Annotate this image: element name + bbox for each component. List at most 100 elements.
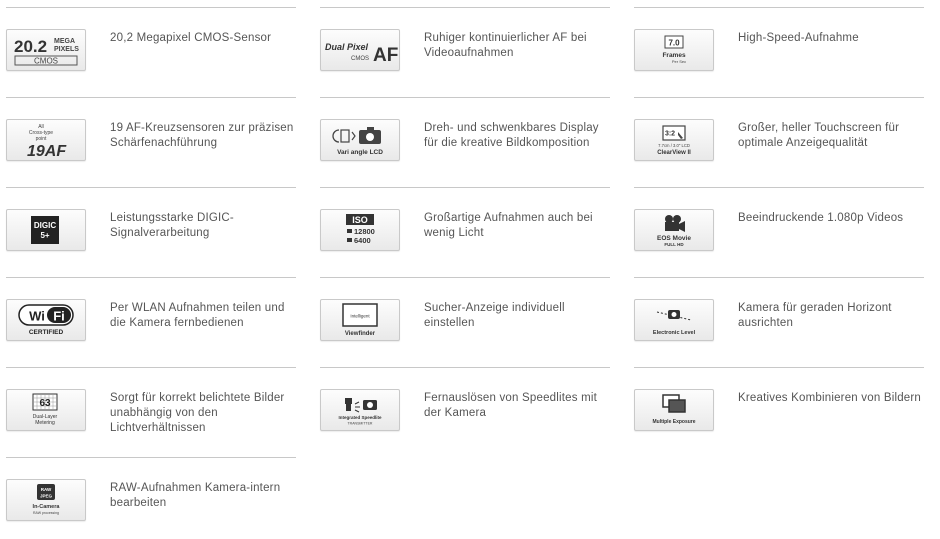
- multiple-exposure-icon: Multiple Exposure: [634, 389, 714, 431]
- icon-label: 20.2: [14, 37, 47, 56]
- feature-caption: Kreatives Kombinieren von Bildern: [738, 392, 922, 404]
- icon-label: EOS Movie: [657, 235, 691, 242]
- icon-label: ClearView II: [657, 150, 691, 156]
- feature-caption: 19 AF-Kreuzsensoren zur präzisen Schärfe…: [110, 122, 294, 149]
- divider: [320, 277, 610, 278]
- divider: [634, 367, 924, 368]
- digic-processor-icon: DIGIC 5+: [6, 209, 86, 251]
- icon-label: TRANSMITTER: [348, 422, 373, 426]
- iso-range-icon: ISO 12800 6400: [320, 209, 400, 251]
- icon-label: 6400: [354, 236, 371, 245]
- feature-item: ISO 12800 6400 Großartige Aufnahmen auch…: [320, 187, 610, 269]
- icon-label: RAW: [41, 487, 52, 492]
- in-camera-raw-icon: RAW JPEG In-Camera RAW processing: [6, 479, 86, 521]
- icon-label: 7.7cm / 3.0" LCD: [658, 143, 690, 148]
- icon-label: Fi: [53, 309, 65, 324]
- icon-label: 19AF: [27, 143, 67, 160]
- feature-caption: Sorgt für korrekt belichtete Bilder unab…: [110, 392, 285, 434]
- divider: [634, 97, 924, 98]
- divider: [6, 97, 296, 98]
- eos-movie-icon: EOS Movie FULL HD: [634, 209, 714, 251]
- icon-label: Multiple Exposure: [652, 419, 695, 425]
- divider: [6, 277, 296, 278]
- icon-label: 63: [39, 398, 51, 409]
- feature-item: Electronic Level Kamera für geraden Hori…: [634, 277, 924, 359]
- feature-item: DIGIC 5+ Leistungsstarke DIGIC-Signalver…: [6, 187, 296, 269]
- feature-item: EOS Movie FULL HD Beeindruckende 1.080p …: [634, 187, 924, 269]
- divider: [6, 457, 296, 458]
- feature-item: Multiple Exposure Kreatives Kombinieren …: [634, 367, 924, 449]
- feature-item: 3:2 7.7cm / 3.0" LCD ClearView II Großer…: [634, 97, 924, 179]
- divider: [634, 277, 924, 278]
- feature-caption: Per WLAN Aufnahmen teilen und die Kamera…: [110, 302, 285, 329]
- feature-item: 20.2 MEGA PIXELS CMOS 20,2 Megapixel CMO…: [6, 7, 296, 89]
- feature-item: Wi Fi CERTIFIED Per WLAN Aufnahmen teile…: [6, 277, 296, 359]
- icon-label: Vari angle LCD: [337, 149, 383, 156]
- icon-label: Intelligent: [350, 314, 370, 319]
- feature-caption: Kamera für geraden Horizont ausrichten: [738, 302, 892, 329]
- icon-label: AF: [373, 45, 398, 66]
- feature-caption: Beeindruckende 1.080p Videos: [738, 212, 904, 224]
- feature-item: Integrated Speedlite TRANSMITTER Fernaus…: [320, 367, 610, 449]
- icon-label: FULL HD: [664, 242, 684, 247]
- icon-label: Integrated Speedlite: [338, 415, 382, 420]
- divider: [634, 187, 924, 188]
- divider: [6, 7, 296, 8]
- icon-label: 3:2: [665, 131, 675, 138]
- icon-label: point: [36, 136, 47, 142]
- divider: [634, 7, 924, 8]
- icon-label: PIXELS: [54, 46, 79, 53]
- intelligent-viewfinder-icon: Intelligent Viewfinder: [320, 299, 400, 341]
- feature-caption: Leistungsstarke DIGIC-Signalverarbeitung: [110, 212, 234, 239]
- icon-label: 12800: [354, 227, 375, 236]
- vari-angle-lcd-icon: Vari angle LCD: [320, 119, 400, 161]
- feature-caption: 20,2 Megapixel CMOS-Sensor: [110, 32, 272, 44]
- integrated-speedlite-icon: Integrated Speedlite TRANSMITTER: [320, 389, 400, 431]
- megapixel-cmos-icon: 20.2 MEGA PIXELS CMOS: [6, 29, 86, 71]
- feature-caption: Dreh- und schwenkbares Display für die k…: [424, 122, 599, 149]
- icon-label: CERTIFIED: [29, 329, 64, 336]
- divider: [320, 97, 610, 98]
- icon-label: In-Camera: [33, 504, 61, 510]
- icon-label: Viewfinder: [345, 331, 376, 337]
- divider: [320, 367, 610, 368]
- divider: [320, 7, 610, 8]
- icon-label: 5+: [40, 231, 49, 240]
- icon-label: CMOS: [34, 57, 58, 66]
- wifi-certified-icon: Wi Fi CERTIFIED: [6, 299, 86, 341]
- icon-label: JPEG: [40, 494, 53, 499]
- icon-label: MEGA: [54, 38, 75, 45]
- frames-per-sec-icon: 7.0 Frames Per Sec: [634, 29, 714, 71]
- electronic-level-icon: Electronic Level: [634, 299, 714, 341]
- divider: [6, 367, 296, 368]
- af-points-icon: All Cross-type point 19AF: [6, 119, 86, 161]
- clearview-touchscreen-icon: 3:2 7.7cm / 3.0" LCD ClearView II: [634, 119, 714, 161]
- feature-item: RAW JPEG In-Camera RAW processing RAW-Au…: [6, 457, 296, 539]
- dual-layer-metering-icon: 63 Dual-Layer Metering: [6, 389, 86, 431]
- feature-caption: Großer, heller Touchscreen für optimale …: [738, 122, 900, 149]
- icon-label: Frames: [662, 52, 686, 59]
- feature-caption: High-Speed-Aufnahme: [738, 32, 859, 44]
- feature-item: Dual Pixel CMOS AF Ruhiger kontinuierlic…: [320, 7, 610, 89]
- dual-pixel-af-icon: Dual Pixel CMOS AF: [320, 29, 400, 71]
- feature-caption: Fernauslösen von Speedlites mit der Kame…: [424, 392, 598, 419]
- icon-label: Dual Pixel: [325, 42, 369, 52]
- feature-item: Intelligent Viewfinder Sucher-Anzeige in…: [320, 277, 610, 359]
- icon-label: DIGIC: [34, 221, 56, 230]
- icon-label: Metering: [35, 420, 55, 426]
- feature-item: 63 Dual-Layer Metering Sorgt für korrekt…: [6, 367, 296, 449]
- feature-item: 7.0 Frames Per Sec High-Speed-Aufnahme: [634, 7, 924, 89]
- icon-label: 7.0: [668, 39, 680, 48]
- icon-label: RAW processing: [33, 511, 59, 515]
- feature-caption: Großartige Aufnahmen auch bei wenig Lich…: [424, 212, 593, 239]
- feature-caption: Ruhiger kontinuierlicher AF bei Videoauf…: [424, 32, 587, 59]
- icon-label: CMOS: [351, 56, 369, 62]
- feature-caption: Sucher-Anzeige individuell einstellen: [424, 302, 565, 329]
- icon-label: Per Sec: [672, 59, 686, 64]
- icon-label: ISO: [352, 215, 368, 225]
- icon-label: Electronic Level: [653, 330, 696, 336]
- feature-caption: RAW-Aufnahmen Kamera-intern bearbeiten: [110, 482, 281, 509]
- icon-label: Wi: [29, 309, 45, 324]
- divider: [6, 187, 296, 188]
- feature-item: Vari angle LCD Dreh- und schwenkbares Di…: [320, 97, 610, 179]
